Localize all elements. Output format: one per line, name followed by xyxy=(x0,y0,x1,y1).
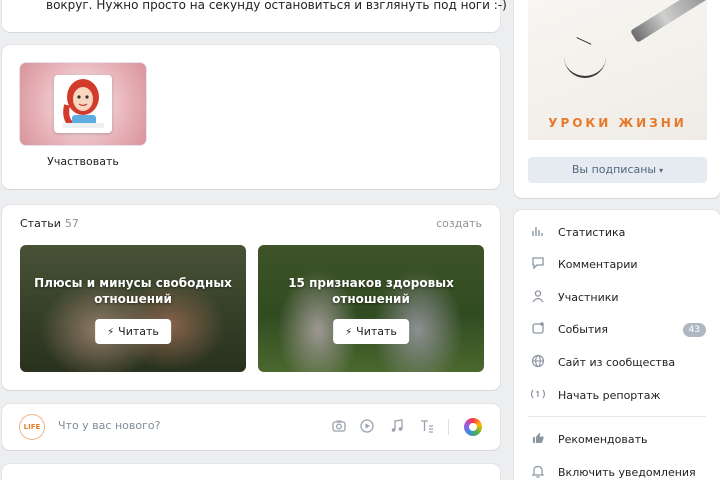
community-cover-card: УРОКИ ЖИЗНИ Вы подписаны ▾ xyxy=(514,0,720,198)
menu-item-website[interactable]: Сайт из сообщества xyxy=(514,350,720,376)
chevron-down-icon: ▾ xyxy=(659,166,664,175)
post-text: вокруг. Нужно просто на секунду останови… xyxy=(46,0,507,12)
menu-label: Статистика xyxy=(558,226,626,239)
comments-icon xyxy=(529,256,547,274)
post-input[interactable]: Что у вас нового? xyxy=(58,419,160,432)
article-tile[interactable]: 15 признаков здоровых отношений ⚡ Читать xyxy=(258,245,484,372)
menu-item-statistics[interactable]: Статистика xyxy=(514,220,720,246)
articles-title: Статьи xyxy=(20,217,61,230)
events-count-badge: 43 xyxy=(682,323,706,337)
cover-title: УРОКИ ЖИЗНИ xyxy=(548,116,687,130)
article-image-overlay xyxy=(20,245,246,372)
composer-divider xyxy=(448,419,449,435)
menu-item-broadcast[interactable]: Начать репортаж xyxy=(514,383,720,409)
read-article-button[interactable]: ⚡ Читать xyxy=(333,319,409,344)
read-label: Читать xyxy=(356,325,397,338)
cartoon-girl-avatar xyxy=(54,75,112,133)
community-menu: Статистика Комментарии Участники События… xyxy=(514,210,720,480)
article-image-overlay xyxy=(258,245,484,372)
events-icon xyxy=(529,321,547,339)
participate-card: Участвовать xyxy=(2,45,500,189)
article-title: 15 признаков здоровых отношений xyxy=(288,276,454,306)
subscribed-button[interactable]: Вы подписаны ▾ xyxy=(528,157,707,183)
post-card-bottom xyxy=(2,464,500,480)
menu-label: События xyxy=(558,323,609,336)
articles-count: 57 xyxy=(64,217,79,230)
menu-label: Включить уведомления xyxy=(558,466,696,479)
text-format-icon[interactable] xyxy=(418,418,436,436)
post-composer: LIFE Что у вас нового? xyxy=(2,404,500,450)
menu-label: Участники xyxy=(558,291,619,304)
articles-header[interactable]: Статьи 57 xyxy=(20,217,79,230)
subscribed-label: Вы подписаны xyxy=(571,163,657,176)
broadcast-icon xyxy=(529,387,547,405)
menu-item-comments[interactable]: Комментарии xyxy=(514,252,720,278)
bell-icon xyxy=(529,464,547,480)
article-tile[interactable]: Плюсы и минусы свободных отношений ⚡ Чита… xyxy=(20,245,246,372)
menu-item-recommend[interactable]: Рекомендовать xyxy=(514,427,720,453)
menu-item-events[interactable]: События 43 xyxy=(514,317,720,343)
read-article-button[interactable]: ⚡ Читать xyxy=(95,319,171,344)
menu-divider xyxy=(528,416,706,417)
smile-doodle xyxy=(564,44,606,78)
stats-icon xyxy=(529,224,547,242)
like-icon xyxy=(529,431,547,449)
camera-icon[interactable] xyxy=(330,418,348,436)
menu-label: Начать репортаж xyxy=(558,389,661,402)
video-icon[interactable] xyxy=(358,418,376,436)
lightning-icon: ⚡ xyxy=(107,327,115,338)
music-icon[interactable] xyxy=(388,418,406,436)
participate-label[interactable]: Участвовать xyxy=(20,155,146,168)
menu-label: Сайт из сообщества xyxy=(558,356,676,369)
menu-label: Комментарии xyxy=(558,258,638,271)
menu-item-notifications[interactable]: Включить уведомления xyxy=(514,460,720,480)
community-cover-image[interactable]: УРОКИ ЖИЗНИ xyxy=(528,0,707,140)
menu-item-members[interactable]: Участники xyxy=(514,285,720,311)
create-article-link[interactable]: создать xyxy=(436,217,482,230)
article-title: Плюсы и минусы свободных отношений xyxy=(34,276,232,306)
globe-icon xyxy=(529,354,547,372)
lightning-icon: ⚡ xyxy=(345,327,353,338)
menu-label: Рекомендовать xyxy=(558,433,648,446)
pen-illustration xyxy=(630,0,707,43)
community-avatar[interactable]: LIFE xyxy=(20,415,44,439)
participate-thumbnail[interactable] xyxy=(20,63,146,145)
members-icon xyxy=(529,289,547,307)
articles-card: Статьи 57 создать Плюсы и минусы свободны… xyxy=(2,205,500,390)
post-card-top: вокруг. Нужно просто на секунду останови… xyxy=(2,0,507,32)
read-label: Читать xyxy=(118,325,159,338)
color-picker-icon[interactable] xyxy=(464,418,482,436)
